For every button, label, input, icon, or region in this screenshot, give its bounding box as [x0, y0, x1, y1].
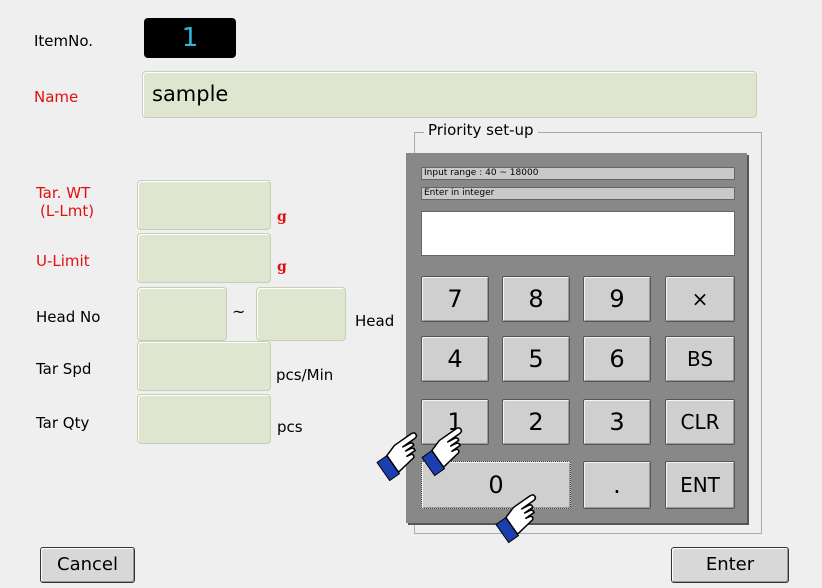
tar-wt-label: Tar. WT (L-Lmt)	[36, 184, 94, 220]
item-no-display[interactable]: 1	[144, 18, 236, 58]
tar-qty-unit: pcs	[277, 418, 303, 436]
cancel-button[interactable]: Cancel	[40, 547, 135, 583]
key-multiply[interactable]: ×	[665, 276, 735, 322]
tar-wt-label-line1: Tar. WT	[36, 184, 91, 202]
key-enter[interactable]: ENT	[665, 461, 735, 509]
tar-qty-label: Tar Qty	[36, 414, 90, 432]
priority-legend: Priority set-up	[424, 121, 538, 139]
u-limit-field[interactable]	[137, 233, 271, 283]
head-no-separator: ~	[232, 302, 246, 321]
key-decimal[interactable]: .	[583, 461, 651, 509]
key-7[interactable]: 7	[421, 276, 489, 322]
u-limit-unit: g	[277, 259, 287, 275]
u-limit-label: U-Limit	[36, 252, 90, 270]
tar-spd-label: Tar Spd	[36, 360, 92, 378]
input-range-bar: Input range : 40 ~ 18000	[421, 167, 735, 180]
key-2[interactable]: 2	[502, 399, 570, 445]
hint-bar: Enter in integer	[421, 187, 735, 200]
tar-wt-field[interactable]	[137, 180, 271, 230]
pointing-hand-icon	[421, 427, 463, 477]
tar-spd-unit: pcs/Min	[276, 366, 334, 384]
key-8[interactable]: 8	[502, 276, 570, 322]
tar-qty-field[interactable]	[137, 394, 271, 444]
name-field[interactable]: sample	[142, 71, 757, 118]
head-no-unit: Head	[355, 312, 395, 330]
enter-button[interactable]: Enter	[671, 547, 789, 583]
key-3[interactable]: 3	[583, 399, 651, 445]
head-no-to-field[interactable]	[256, 287, 346, 341]
item-no-label: ItemNo.	[34, 32, 94, 50]
key-9[interactable]: 9	[583, 276, 651, 322]
key-clear[interactable]: CLR	[665, 399, 735, 445]
head-no-label: Head No	[36, 308, 101, 326]
key-5[interactable]: 5	[502, 336, 570, 382]
head-no-from-field[interactable]	[137, 287, 227, 341]
keypad-display[interactable]	[421, 211, 735, 256]
name-label: Name	[34, 88, 79, 106]
key-backspace[interactable]: BS	[665, 336, 735, 382]
key-4[interactable]: 4	[421, 336, 489, 382]
pointing-hand-icon	[495, 494, 537, 544]
key-6[interactable]: 6	[583, 336, 651, 382]
tar-wt-label-line2: (L-Lmt)	[40, 202, 95, 220]
tar-spd-field[interactable]	[137, 341, 271, 391]
tar-wt-unit: g	[277, 209, 287, 225]
